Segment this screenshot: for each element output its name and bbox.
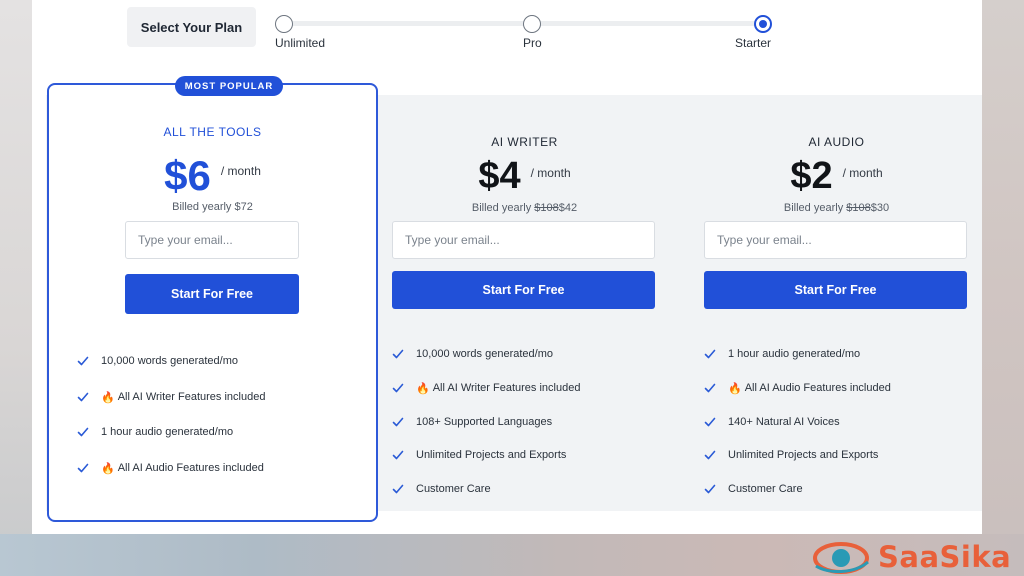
radio-label-pro[interactable]: Pro	[523, 36, 542, 50]
plan-price: $6	[164, 152, 211, 199]
feature-item: Customer Care	[392, 483, 491, 495]
billed-old-price: $108	[846, 202, 871, 214]
radio-unlimited[interactable]	[275, 15, 293, 33]
feature-item: Unlimited Projects and Exports	[704, 449, 878, 461]
plan-name: ALL THE TOOLS	[163, 125, 262, 139]
radio-label-unlimited[interactable]: Unlimited	[275, 36, 325, 50]
feature-text: Unlimited Projects and Exports	[416, 449, 567, 462]
feature-item: Customer Care	[704, 483, 803, 495]
start-for-free-button[interactable]: Start For Free	[392, 271, 655, 309]
check-icon	[77, 462, 89, 474]
check-icon	[392, 416, 404, 428]
price-row: $6 / month	[49, 155, 376, 197]
feature-item: 1 hour audio generated/mo	[704, 348, 860, 360]
check-icon	[704, 483, 716, 495]
billed-yearly: Billed yearly $108$30	[704, 202, 969, 214]
check-icon	[704, 416, 716, 428]
billed-price: $42	[558, 202, 578, 214]
fire-icon: 🔥	[101, 462, 115, 475]
billed-old-price: $108	[534, 202, 559, 214]
fire-icon: 🔥	[101, 391, 115, 404]
feature-text: 10,000 words generated/mo	[101, 355, 238, 367]
feature-text: Customer Care	[416, 483, 491, 496]
feature-item: Unlimited Projects and Exports	[392, 449, 566, 461]
check-icon	[77, 355, 89, 367]
background-right	[982, 0, 1024, 576]
price-row: $2 / month	[704, 157, 969, 195]
pricing-screen: Select Your Plan Unlimited Pro Starter M…	[32, 0, 982, 534]
check-icon	[392, 348, 404, 360]
feature-item: 🔥 All AI Audio Features included	[704, 382, 891, 395]
plan-card-all-the-tools: MOST POPULAR ALL THE TOOLS $6 / month Bi…	[47, 76, 378, 522]
feature-item: 🔥 All AI Audio Features included	[77, 462, 264, 475]
radio-label-starter[interactable]: Starter	[735, 36, 771, 50]
check-icon	[77, 391, 89, 403]
feature-text: All AI Audio Features included	[117, 462, 264, 474]
billed-prefix: Billed yearly	[172, 201, 232, 213]
billed-price: $72	[234, 201, 253, 213]
feature-text: All AI Audio Features included	[744, 382, 891, 395]
radio-starter[interactable]	[754, 15, 772, 33]
start-for-free-button[interactable]: Start For Free	[125, 274, 299, 314]
email-input[interactable]: Type your email...	[125, 221, 299, 259]
check-icon	[392, 449, 404, 461]
feature-item: 1 hour audio generated/mo	[77, 426, 233, 438]
fire-icon: 🔥	[728, 382, 742, 395]
check-icon	[704, 449, 716, 461]
billed-price: $30	[870, 202, 890, 214]
email-input[interactable]: Type your email...	[704, 221, 967, 259]
select-plan-label: Select Your Plan	[127, 7, 256, 47]
feature-text: All AI Writer Features included	[432, 382, 581, 395]
saasika-logo-icon	[813, 542, 869, 574]
feature-text: All AI Writer Features included	[117, 391, 266, 403]
price-period: / month	[220, 164, 261, 178]
feature-item: 10,000 words generated/mo	[392, 348, 553, 360]
feature-item: 108+ Supported Languages	[392, 416, 552, 428]
feature-text: Unlimited Projects and Exports	[728, 449, 879, 462]
feature-item: 🔥 All AI Writer Features included	[77, 391, 265, 404]
billed-yearly: Billed yearly $72	[49, 201, 376, 213]
price-period: / month	[530, 166, 571, 180]
start-for-free-button[interactable]: Start For Free	[704, 271, 967, 309]
billed-prefix: Billed yearly	[783, 202, 844, 214]
feature-item: 140+ Natural AI Voices	[704, 416, 840, 428]
email-input[interactable]: Type your email...	[392, 221, 655, 259]
plan-price: $2	[790, 155, 833, 197]
feature-text: 140+ Natural AI Voices	[728, 415, 840, 428]
fire-icon: 🔥	[416, 382, 430, 395]
feature-text: 10,000 words generated/mo	[416, 348, 553, 360]
radio-pro[interactable]	[523, 15, 541, 33]
plan-name: AI AUDIO	[808, 135, 865, 149]
most-popular-badge: MOST POPULAR	[175, 76, 283, 96]
background-left	[0, 0, 32, 576]
watermark-text: SaaSika	[878, 540, 1012, 574]
feature-text: Customer Care	[728, 483, 803, 496]
feature-text: 1 hour audio generated/mo	[728, 348, 861, 360]
plan-card-ai-audio: AI AUDIO $2 / month Billed yearly $108$3…	[704, 95, 969, 511]
billed-prefix: Billed yearly	[471, 202, 532, 214]
plan-card-ai-writer: AI WRITER $4 / month Billed yearly $108$…	[392, 95, 657, 511]
billed-yearly: Billed yearly $108$42	[392, 202, 657, 214]
plan-name: AI WRITER	[491, 135, 558, 149]
check-icon	[392, 483, 404, 495]
plan-price: $4	[478, 155, 521, 197]
price-row: $4 / month	[392, 157, 657, 195]
check-icon	[704, 348, 716, 360]
price-period: / month	[842, 166, 883, 180]
check-icon	[392, 382, 404, 394]
check-icon	[704, 382, 716, 394]
feature-text: 108+ Supported Languages	[416, 415, 553, 428]
feature-text: 1 hour audio generated/mo	[101, 426, 234, 438]
feature-item: 10,000 words generated/mo	[77, 355, 238, 367]
saasika-watermark: SaaSika	[808, 536, 1024, 576]
feature-item: 🔥 All AI Writer Features included	[392, 382, 580, 395]
check-icon	[77, 426, 89, 438]
